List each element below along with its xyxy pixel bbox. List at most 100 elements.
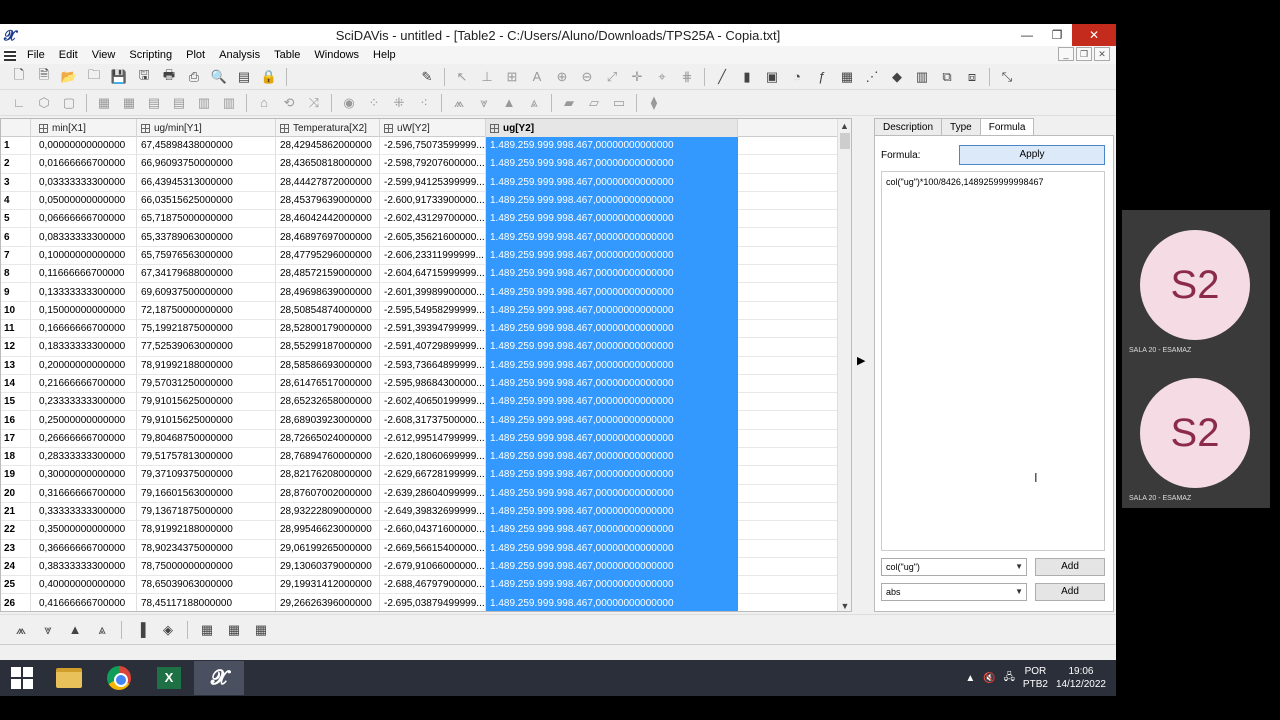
table-cell[interactable]: 1.489.259.999.998.467,00000000000000: [486, 301, 738, 320]
table-cell[interactable]: -2.598,79207600000...: [380, 155, 486, 174]
table-cell[interactable]: -2.695,03879499999...: [380, 594, 486, 611]
table-cell[interactable]: 66,03515625000000: [137, 191, 276, 211]
cube-icon[interactable]: ⧫: [643, 93, 665, 113]
perspective-icon[interactable]: ⌂: [253, 93, 275, 113]
row-number[interactable]: 5: [1, 210, 31, 229]
table-cell[interactable]: -2.591,39394799999...: [380, 319, 486, 339]
volume-muted-icon[interactable]: 🔇: [983, 673, 995, 684]
axes-icon[interactable]: ⊥: [476, 67, 498, 87]
table-cell[interactable]: 0,20000000000000: [31, 356, 137, 375]
table-cell[interactable]: 28,52800179000000: [276, 319, 380, 339]
table-cell[interactable]: [738, 411, 843, 430]
tab-formula[interactable]: Formula: [979, 118, 1035, 136]
minimize-button[interactable]: —: [1012, 24, 1042, 46]
polygon-style-icon[interactable]: ▲: [498, 93, 520, 113]
table-cell[interactable]: 1.489.259.999.998.467,00000000000000: [486, 539, 738, 558]
table-cell[interactable]: -2.629,66728199999...: [380, 466, 486, 485]
table-cell[interactable]: 1.489.259.999.998.467,00000000000000: [486, 576, 738, 595]
table-row[interactable]: 18 0,28333333300000 79,51757813000000 28,76…: [1, 448, 843, 467]
table-cell[interactable]: -2.639,28604099999...: [380, 484, 486, 503]
table-cell[interactable]: 1.489.259.999.998.467,00000000000000: [486, 338, 738, 357]
row-number[interactable]: 6: [1, 228, 31, 247]
table-cell[interactable]: -2.620,18060699999...: [380, 448, 486, 467]
hidden-line-icon[interactable]: ⩔: [37, 620, 59, 640]
table-cell[interactable]: 67,45898438000000: [137, 137, 276, 156]
language-indicator[interactable]: POR PTB2: [1023, 665, 1048, 691]
table-cell[interactable]: 28,45379639000000: [276, 191, 380, 211]
taskbar-chrome[interactable]: [94, 661, 144, 695]
table-row[interactable]: 20 0,31666666700000 79,16601563000000 28,87…: [1, 484, 843, 503]
table-cell[interactable]: 0,18333333300000: [31, 338, 137, 357]
tab-type[interactable]: Type: [941, 118, 981, 135]
table-cell[interactable]: [738, 338, 843, 357]
table-cell[interactable]: [738, 484, 843, 503]
right-grid-icon[interactable]: ▤: [168, 93, 190, 113]
table-cell[interactable]: 1.489.259.999.998.467,00000000000000: [486, 557, 738, 577]
row-number[interactable]: 21: [1, 502, 31, 522]
row-number[interactable]: 23: [1, 539, 31, 558]
table-cell[interactable]: [738, 557, 843, 577]
print-icon[interactable]: 🖶: [158, 67, 180, 87]
scroll-down-icon[interactable]: ▼: [838, 599, 851, 611]
function-select[interactable]: abs ▼: [881, 583, 1027, 601]
table-cell[interactable]: 0,30000000000000: [31, 466, 137, 485]
table-row[interactable]: 26 0,41666666700000 78,45117188000000 29,26…: [1, 594, 843, 611]
points-icon[interactable]: ⁘: [363, 93, 385, 113]
filled-mesh-icon[interactable]: ⩓: [91, 620, 113, 640]
column-select[interactable]: col("ug") ▼: [881, 558, 1027, 576]
table-cell[interactable]: 0,08333333300000: [31, 228, 137, 247]
explorer-icon[interactable]: 🔍: [208, 67, 230, 87]
formula-editor[interactable]: col("ug")*100/8426,1489259999998467 I: [881, 171, 1105, 551]
table-row[interactable]: 11 0,16666666700000 75,19921875000000 28,52…: [1, 319, 843, 339]
front-grid-icon[interactable]: ▦: [93, 93, 115, 113]
rescale-icon[interactable]: ⤢: [601, 67, 623, 87]
table-cell[interactable]: 1.489.259.999.998.467,00000000000000: [486, 356, 738, 375]
row-number[interactable]: 4: [1, 191, 31, 211]
table-cell[interactable]: [738, 429, 843, 449]
table-cell[interactable]: 28,76894760000000: [276, 448, 380, 467]
table-cell[interactable]: 28,44427872000000: [276, 173, 380, 192]
ceil-grid-icon[interactable]: ▥: [193, 93, 215, 113]
table-row[interactable]: 6 0,08333333300000 65,33789063000000 28,468…: [1, 228, 843, 247]
table-row[interactable]: 7 0,10000000000000 65,75976563000000 28,477…: [1, 246, 843, 266]
scroll-thumb[interactable]: [840, 133, 850, 149]
table-cell[interactable]: 28,47795296000000: [276, 246, 380, 266]
table-cell[interactable]: -2.601,39989900000...: [380, 283, 486, 302]
participant-tile[interactable]: S2 SALA 20 - ESAMAZ: [1122, 210, 1270, 360]
table-cell[interactable]: 0,21666666700000: [31, 374, 137, 394]
table-cell[interactable]: [738, 374, 843, 394]
table-cell[interactable]: 1.489.259.999.998.467,00000000000000: [486, 484, 738, 503]
table-cell[interactable]: 65,71875000000000: [137, 210, 276, 229]
table-cell[interactable]: 29,13060379000000: [276, 557, 380, 577]
table-row[interactable]: 12 0,18333333300000 77,52539063000000 28,55…: [1, 338, 843, 357]
table-cell[interactable]: 0,40000000000000: [31, 576, 137, 595]
row-header-corner[interactable]: [1, 119, 31, 137]
table-cell[interactable]: 28,61476517000000: [276, 374, 380, 394]
menu-file[interactable]: File: [20, 49, 52, 61]
table-cell[interactable]: 1.489.259.999.998.467,00000000000000: [486, 246, 738, 266]
column-header-uw[interactable]: uW[Y2]: [380, 119, 486, 137]
matrix-icon[interactable]: ▦: [836, 67, 858, 87]
table-cell[interactable]: 1.489.259.999.998.467,00000000000000: [486, 155, 738, 174]
table-row[interactable]: 9 0,13333333300000 69,60937500000000 28,496…: [1, 283, 843, 302]
table-cell[interactable]: 75,19921875000000: [137, 319, 276, 339]
mdi-restore-button[interactable]: ❐: [1076, 47, 1092, 61]
move-icon[interactable]: ⤡: [996, 67, 1018, 87]
grid-back-icon[interactable]: ▦: [223, 620, 245, 640]
table-cell[interactable]: [738, 539, 843, 558]
table-cell[interactable]: [738, 466, 843, 485]
column-header-min[interactable]: min[X1]: [31, 119, 137, 137]
row-number[interactable]: 3: [1, 173, 31, 192]
table-cell[interactable]: 0,00000000000000: [31, 137, 137, 156]
add-function-button[interactable]: Add: [1035, 583, 1105, 601]
tray-expand-icon[interactable]: ▲: [965, 673, 975, 684]
table-cell[interactable]: -2.605,35621600000...: [380, 228, 486, 247]
table-cell[interactable]: -2.599,94125399999...: [380, 173, 486, 192]
new-project-icon[interactable]: 🗋: [8, 67, 30, 87]
table-cell[interactable]: -2.602,40650199999...: [380, 393, 486, 412]
table-cell[interactable]: 1.489.259.999.998.467,00000000000000: [486, 594, 738, 611]
row-number[interactable]: 10: [1, 301, 31, 320]
table-cell[interactable]: [738, 502, 843, 522]
table-cell[interactable]: 1.489.259.999.998.467,00000000000000: [486, 137, 738, 156]
table-cell[interactable]: 1.489.259.999.998.467,00000000000000: [486, 210, 738, 229]
